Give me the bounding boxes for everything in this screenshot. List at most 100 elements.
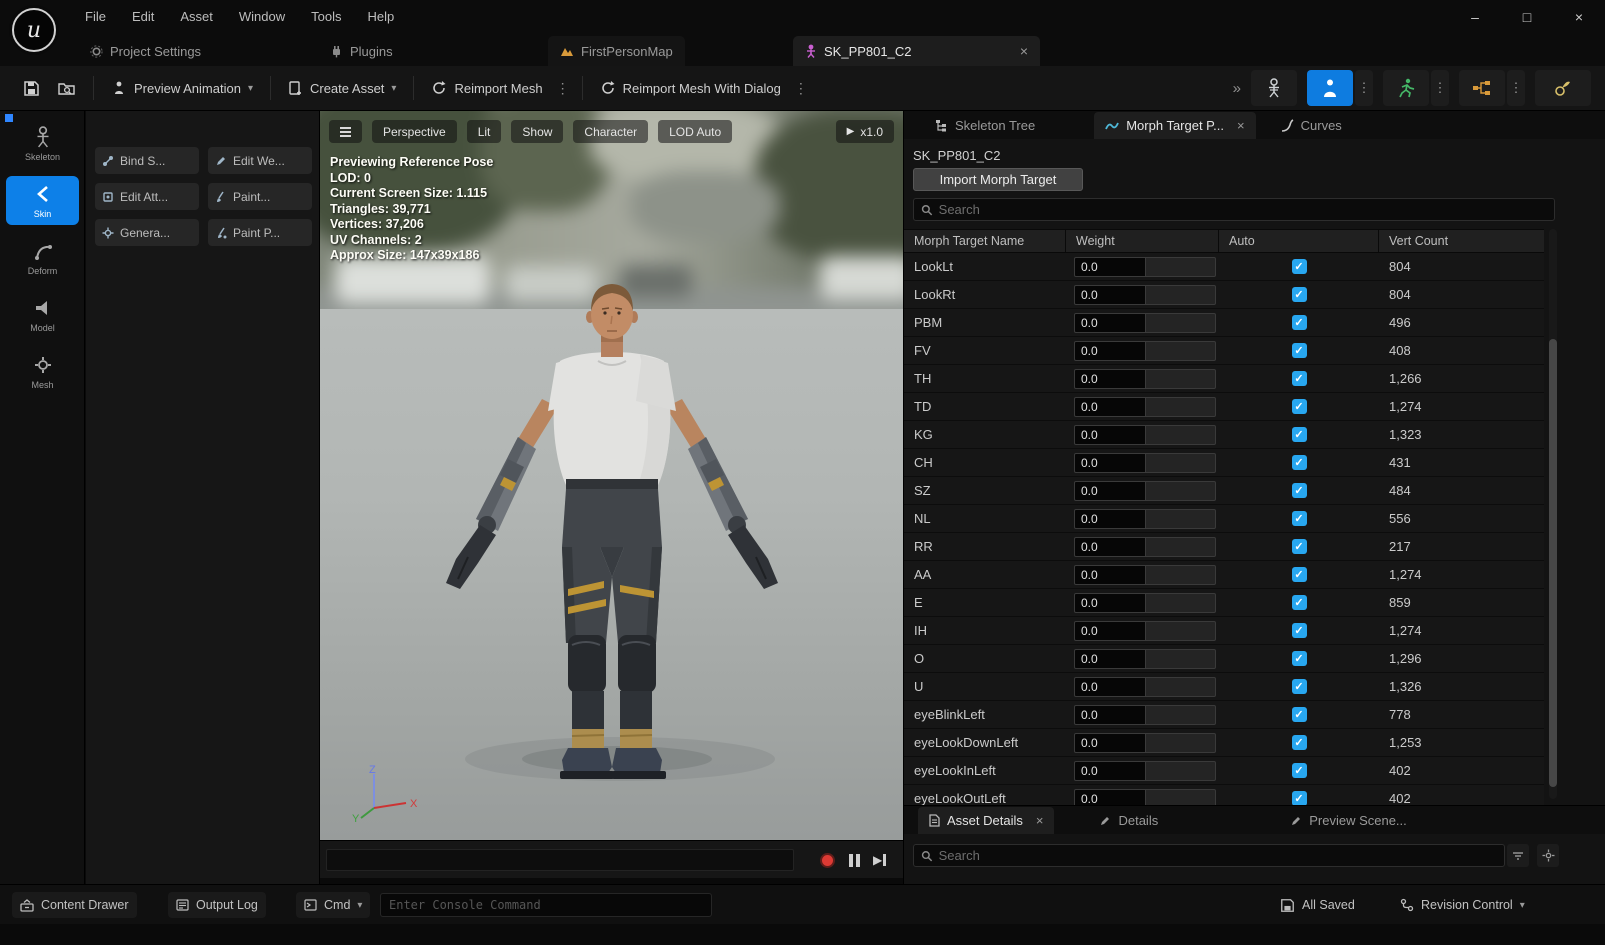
table-row[interactable]: KG0.0✓1,323: [904, 421, 1544, 449]
table-row[interactable]: eyeBlinkLeft0.0✓778: [904, 701, 1544, 729]
reimport-mesh-options-icon[interactable]: ⋮: [552, 80, 574, 97]
perspective-button[interactable]: Perspective: [372, 120, 457, 143]
weight-slider-track[interactable]: [1146, 565, 1216, 585]
weight-value[interactable]: 0.0: [1074, 341, 1146, 361]
auto-checkbox[interactable]: ✓: [1292, 455, 1307, 470]
table-row[interactable]: E0.0✓859: [904, 589, 1544, 617]
weight-slider-track[interactable]: [1146, 453, 1216, 473]
auto-checkbox[interactable]: ✓: [1292, 511, 1307, 526]
auto-checkbox[interactable]: ✓: [1292, 567, 1307, 582]
tab-project-settings[interactable]: Project Settings: [78, 36, 213, 66]
browse-to-asset-button[interactable]: [49, 72, 85, 104]
weight-slider-track[interactable]: [1146, 537, 1216, 557]
weight-value[interactable]: 0.0: [1074, 397, 1146, 417]
console-command-field[interactable]: [380, 893, 712, 917]
weight-slider-track[interactable]: [1146, 789, 1216, 806]
menu-item-tools[interactable]: Tools: [298, 1, 354, 32]
weight-value[interactable]: 0.0: [1074, 789, 1146, 806]
edit-weights-button[interactable]: Edit We...: [208, 147, 312, 174]
weight-value[interactable]: 0.0: [1074, 565, 1146, 585]
weight-slider-track[interactable]: [1146, 621, 1216, 641]
tab-morph-target-previewer[interactable]: Morph Target P... ×: [1094, 112, 1255, 139]
cmd-selector-button[interactable]: Cmd ▾: [296, 892, 370, 918]
tab-close-icon[interactable]: ×: [1237, 118, 1245, 133]
auto-checkbox[interactable]: ✓: [1292, 595, 1307, 610]
weight-slider-track[interactable]: [1146, 341, 1216, 361]
unreal-logo-icon[interactable]: u: [12, 8, 56, 52]
menu-item-asset[interactable]: Asset: [167, 1, 226, 32]
blueprint-editor-options-icon[interactable]: ⋮: [1507, 70, 1525, 106]
weight-value[interactable]: 0.0: [1074, 313, 1146, 333]
bind-skin-button[interactable]: Bind S...: [95, 147, 199, 174]
blueprint-editor-button[interactable]: [1459, 70, 1505, 106]
lit-button[interactable]: Lit: [467, 120, 502, 143]
table-row[interactable]: SZ0.0✓484: [904, 477, 1544, 505]
tab-firstpersonmap[interactable]: FirstPersonMap: [548, 36, 685, 66]
auto-checkbox[interactable]: ✓: [1292, 427, 1307, 442]
menu-item-help[interactable]: Help: [354, 1, 407, 32]
save-button[interactable]: [14, 72, 49, 104]
weight-slider-track[interactable]: [1146, 593, 1216, 613]
mesh-editor-button[interactable]: [1307, 70, 1353, 106]
weight-input[interactable]: 0.0: [1074, 509, 1216, 529]
weight-value[interactable]: 0.0: [1074, 649, 1146, 669]
auto-checkbox[interactable]: ✓: [1292, 707, 1307, 722]
mode-skeleton[interactable]: Skeleton: [6, 119, 79, 168]
all-saved-button[interactable]: All Saved: [1272, 892, 1363, 918]
tab-skeleton-tree[interactable]: Skeleton Tree: [924, 112, 1046, 139]
tab-close-icon[interactable]: ×: [1020, 43, 1028, 59]
tab-details[interactable]: Details: [1088, 807, 1169, 834]
tab-plugins[interactable]: Plugins: [318, 36, 405, 66]
auto-checkbox[interactable]: ✓: [1292, 259, 1307, 274]
create-asset-button[interactable]: Create Asset ▾: [279, 72, 405, 104]
table-row[interactable]: eyeLookDownLeft0.0✓1,253: [904, 729, 1544, 757]
weight-input[interactable]: 0.0: [1074, 257, 1216, 277]
weight-value[interactable]: 0.0: [1074, 481, 1146, 501]
reimport-mesh-dialog-button[interactable]: Reimport Mesh With Dialog: [591, 72, 790, 104]
weight-slider-track[interactable]: [1146, 677, 1216, 697]
auto-checkbox[interactable]: ✓: [1292, 287, 1307, 302]
record-button[interactable]: [820, 853, 835, 868]
column-weight[interactable]: Weight: [1066, 230, 1219, 252]
menu-item-file[interactable]: File: [72, 1, 119, 32]
weight-input[interactable]: 0.0: [1074, 397, 1216, 417]
weight-value[interactable]: 0.0: [1074, 621, 1146, 641]
auto-checkbox[interactable]: ✓: [1292, 371, 1307, 386]
mode-skin[interactable]: Skin: [6, 176, 79, 225]
weight-slider-track[interactable]: [1146, 761, 1216, 781]
weight-slider-track[interactable]: [1146, 509, 1216, 529]
reimport-dialog-options-icon[interactable]: ⋮: [790, 80, 812, 97]
playback-speed-button[interactable]: ▶ x1.0: [836, 120, 894, 143]
animation-editor-options-icon[interactable]: ⋮: [1431, 70, 1449, 106]
mode-mesh[interactable]: Mesh: [6, 347, 79, 396]
tab-curves[interactable]: Curves: [1270, 112, 1353, 139]
weight-value[interactable]: 0.0: [1074, 677, 1146, 697]
edit-attachments-button[interactable]: Edit Att...: [95, 183, 199, 210]
tab-sk-pp801-c2[interactable]: SK_PP801_C2 ×: [793, 36, 1040, 66]
table-row[interactable]: PBM0.0✓496: [904, 309, 1544, 337]
menu-item-edit[interactable]: Edit: [119, 1, 167, 32]
preview-viewport[interactable]: Perspective Lit Show Character LOD Auto …: [320, 111, 903, 840]
skeleton-editor-button[interactable]: [1251, 70, 1297, 106]
weight-input[interactable]: 0.0: [1074, 789, 1216, 806]
tab-preview-scene[interactable]: Preview Scene...: [1279, 807, 1418, 834]
weight-input[interactable]: 0.0: [1074, 677, 1216, 697]
table-row[interactable]: FV0.0✓408: [904, 337, 1544, 365]
weight-input[interactable]: 0.0: [1074, 621, 1216, 641]
reimport-mesh-button[interactable]: Reimport Mesh: [422, 72, 551, 104]
search-input[interactable]: [939, 848, 1497, 863]
physics-editor-button[interactable]: [1535, 70, 1591, 106]
maximize-button[interactable]: □: [1501, 0, 1553, 33]
weight-input[interactable]: 0.0: [1074, 593, 1216, 613]
morph-table-scrollbar[interactable]: [1549, 229, 1557, 799]
morph-search-field[interactable]: [913, 198, 1555, 221]
character-button[interactable]: Character: [573, 120, 648, 143]
weight-value[interactable]: 0.0: [1074, 761, 1146, 781]
auto-checkbox[interactable]: ✓: [1292, 315, 1307, 330]
mode-model[interactable]: Model: [6, 290, 79, 339]
weight-value[interactable]: 0.0: [1074, 537, 1146, 557]
mesh-editor-options-icon[interactable]: ⋮: [1355, 70, 1373, 106]
table-row[interactable]: LookRt0.0✓804: [904, 281, 1544, 309]
weight-slider-track[interactable]: [1146, 649, 1216, 669]
weight-input[interactable]: 0.0: [1074, 733, 1216, 753]
